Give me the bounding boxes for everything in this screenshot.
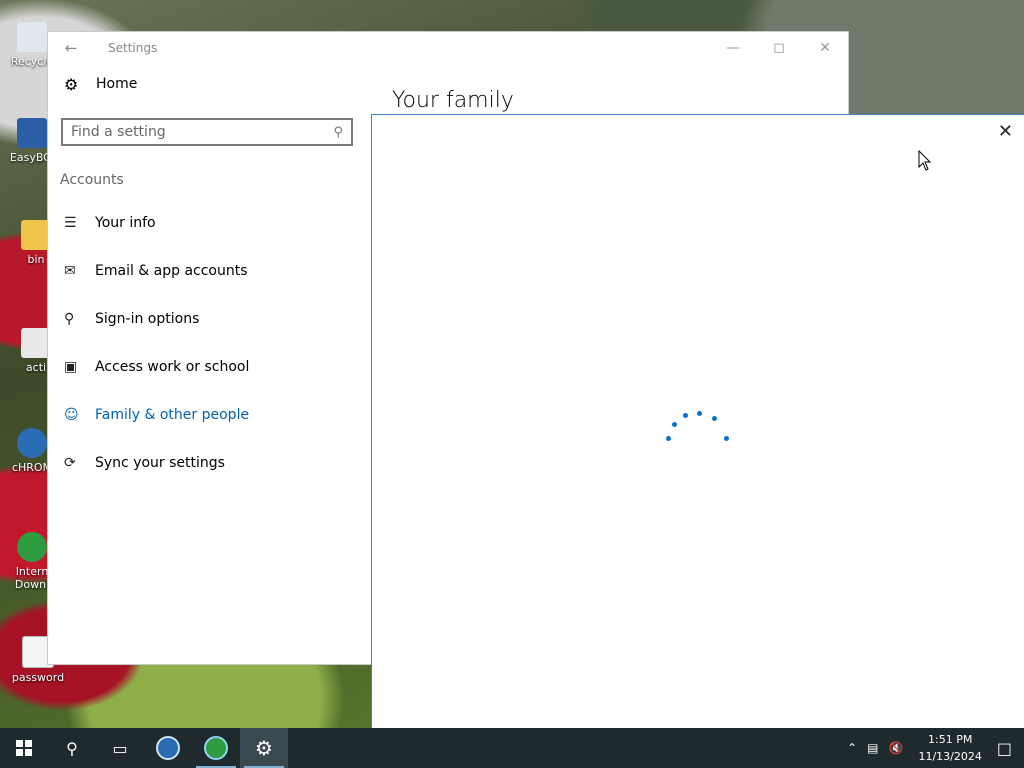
spinner-dot: [683, 413, 688, 418]
home-nav-item[interactable]: ⚙ Home: [48, 64, 371, 104]
task-view-icon: ▭: [112, 738, 128, 758]
window-title: Settings: [108, 41, 158, 55]
start-button[interactable]: [0, 728, 48, 768]
sidebar-item-family[interactable]: ☺ Family & other people: [48, 391, 371, 439]
desktop-icon-label: password: [11, 671, 65, 684]
sidebar-item-work-school[interactable]: ▣ Access work or school: [48, 343, 371, 391]
desktop-icon-label: Intern Downl: [14, 565, 50, 591]
spinner-dot: [697, 411, 702, 416]
taskbar-settings-app[interactable]: ⚙: [240, 728, 288, 768]
close-icon[interactable]: ✕: [802, 40, 848, 56]
search-icon: ⚲: [66, 738, 78, 758]
taskbar-idm-app[interactable]: [192, 728, 240, 768]
sync-icon: ⟳: [64, 455, 76, 471]
home-label: Home: [96, 76, 138, 92]
folder-icon: [21, 220, 51, 250]
sidebar-item-sync[interactable]: ⟳ Sync your settings: [48, 439, 371, 487]
chevron-up-icon[interactable]: ⌃: [847, 741, 857, 755]
spinner-dot: [672, 422, 677, 427]
accounts-nav-list: ☰ Your info ✉ Email & app accounts ⚲ Sig…: [48, 199, 371, 487]
desktop-icon-label: acti: [25, 361, 47, 374]
desktop-icon-label: cHROM: [11, 461, 53, 474]
loading-spinner: [664, 408, 732, 448]
clock[interactable]: 1:51 PM 11/13/2024: [918, 731, 981, 765]
dialog-close-icon[interactable]: ✕: [998, 121, 1013, 142]
maximize-icon[interactable]: ◻: [756, 40, 802, 56]
volume-muted-icon[interactable]: 🔇: [889, 741, 904, 755]
system-tray: ⌃ ▤ 🔇 1:51 PM 11/13/2024 □: [842, 728, 1024, 768]
briefcase-icon: ▣: [64, 359, 78, 375]
minimize-icon[interactable]: —: [710, 40, 756, 56]
gear-icon: ⚙: [255, 736, 273, 760]
search-input[interactable]: Find a setting ⚲: [61, 118, 353, 146]
task-view-button[interactable]: ▭: [96, 728, 144, 768]
recycle-bin-icon: [17, 22, 47, 52]
download-manager-icon: [204, 736, 228, 760]
search-placeholder: Find a setting: [71, 124, 166, 140]
desktop-icon-label: Recycle: [10, 55, 54, 68]
sidebar-item-your-info[interactable]: ☰ Your info: [48, 199, 371, 247]
settings-sidebar: ⚙ Home Find a setting ⚲ Accounts ☰ Your …: [48, 64, 371, 487]
chrome-icon: [17, 428, 47, 458]
title-bar: ← Settings — ◻ ✕: [48, 32, 848, 64]
sidebar-item-sign-in-options[interactable]: ⚲ Sign-in options: [48, 295, 371, 343]
person-card-icon: ☰: [64, 215, 77, 231]
sidebar-item-label: Email & app accounts: [95, 263, 248, 279]
desktop-icon-label: bin: [27, 253, 45, 266]
taskbar-chrome-app[interactable]: [144, 728, 192, 768]
mail-icon: ✉: [64, 263, 76, 279]
search-button[interactable]: ⚲: [48, 728, 96, 768]
search-icon[interactable]: ⚲: [333, 125, 343, 140]
person-add-icon: ☺: [64, 407, 79, 423]
spinner-dot: [724, 436, 729, 441]
sidebar-item-label: Sync your settings: [95, 455, 225, 471]
gear-icon: ⚙: [64, 74, 79, 94]
clock-date: 11/13/2024: [918, 750, 982, 763]
sidebar-item-label: Access work or school: [95, 359, 250, 375]
sidebar-item-label: Sign-in options: [95, 311, 200, 327]
download-manager-icon: [17, 532, 47, 562]
sidebar-item-label: Your info: [95, 215, 156, 231]
taskbar: ⚲ ▭ ⚙ ⌃ ▤ 🔇 1:51 PM 11/13/2024 □: [0, 728, 1024, 768]
sidebar-item-email-accounts[interactable]: ✉ Email & app accounts: [48, 247, 371, 295]
mouse-cursor-icon: [918, 150, 932, 171]
network-icon[interactable]: ▤: [867, 741, 878, 755]
gear-file-icon: [21, 328, 51, 358]
action-center-icon[interactable]: □: [997, 739, 1012, 758]
clock-time: 1:51 PM: [928, 733, 973, 746]
easybcd-icon: [17, 118, 47, 148]
spinner-dot: [712, 416, 717, 421]
chrome-icon: [156, 736, 180, 760]
sidebar-item-label: Family & other people: [95, 407, 250, 423]
key-icon: ⚲: [64, 311, 75, 327]
back-arrow-icon[interactable]: ←: [48, 39, 94, 57]
page-title: Your family: [392, 88, 514, 113]
windows-logo-icon: [16, 740, 32, 756]
section-heading: Accounts: [60, 172, 124, 188]
spinner-dot: [666, 436, 671, 441]
